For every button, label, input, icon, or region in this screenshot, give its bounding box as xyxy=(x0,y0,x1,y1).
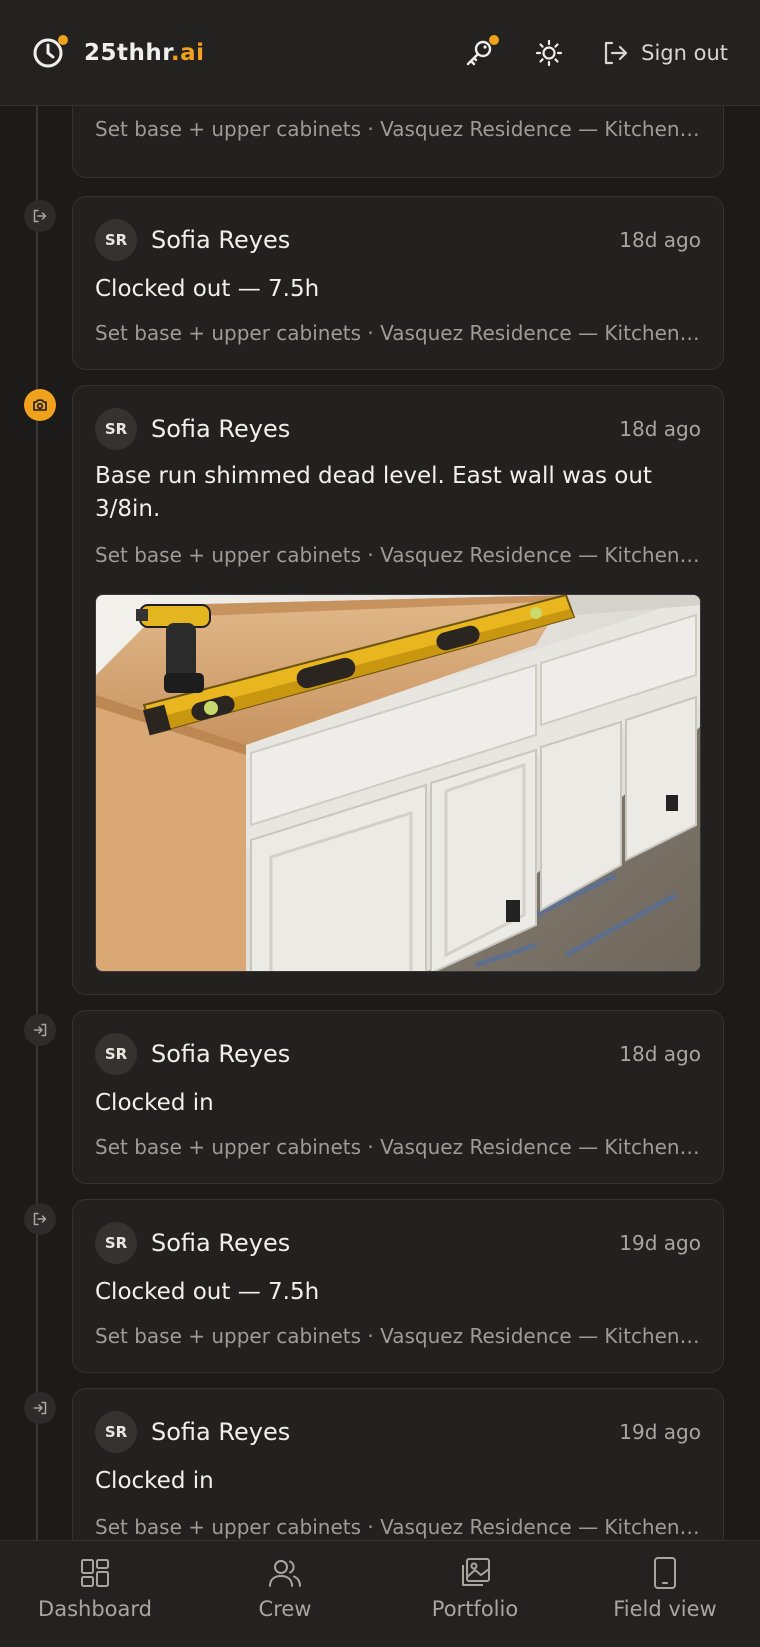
clock-in-marker xyxy=(24,1014,56,1046)
entry-meta: Set base + upper cabinets · Vasquez Resi… xyxy=(95,117,701,141)
feed-card[interactable]: SR Sofia Reyes 19d ago Clocked out — 7.5… xyxy=(72,1199,724,1373)
sign-out-button[interactable]: Sign out xyxy=(601,39,728,67)
app: 25thhr.ai Sign out Set base + upper cabi… xyxy=(0,0,760,1647)
notification-dot xyxy=(489,34,500,45)
sign-out-icon xyxy=(605,41,628,64)
entry-text: Base run shimmed dead level. East wall w… xyxy=(95,463,652,522)
clock-out-icon xyxy=(33,1212,47,1226)
timeline-line xyxy=(36,106,38,1540)
timestamp: 19d ago xyxy=(619,1420,701,1444)
brand-name-accent: .ai xyxy=(170,39,205,66)
card-header: SR Sofia Reyes 18d ago xyxy=(95,1033,701,1075)
entry-meta: Set base + upper cabinets · Vasquez Resi… xyxy=(95,1324,701,1348)
card-header: SR Sofia Reyes 18d ago xyxy=(95,408,701,450)
entry-photo[interactable] xyxy=(95,594,701,972)
clock-out-marker xyxy=(24,200,56,232)
nav-field-view[interactable]: Field view xyxy=(570,1541,760,1647)
entry-text: Clocked in xyxy=(95,1468,214,1494)
entry-meta: Set base + upper cabinets · Vasquez Resi… xyxy=(95,1515,701,1539)
brand[interactable]: 25thhr.ai xyxy=(32,34,204,69)
author-name: Sofia Reyes xyxy=(151,1040,291,1068)
entry-meta: Set base + upper cabinets · Vasquez Resi… xyxy=(95,321,701,345)
clock-out-icon xyxy=(33,209,47,223)
bottom-nav: Dashboard Crew Portfolio Field view xyxy=(0,1540,760,1647)
timestamp: 19d ago xyxy=(619,1231,701,1255)
feed-card[interactable]: SR Sofia Reyes 18d ago Clocked in Set ba… xyxy=(72,1010,724,1184)
author-name: Sofia Reyes xyxy=(151,415,291,443)
portfolio-icon xyxy=(462,1558,490,1586)
api-key-button[interactable] xyxy=(459,33,500,73)
phone-icon xyxy=(654,1557,676,1589)
header-actions: Sign out xyxy=(459,33,728,73)
entry-meta: Set base + upper cabinets · Vasquez Resi… xyxy=(95,543,701,567)
clock-in-icon xyxy=(33,1401,47,1415)
clock-in-icon xyxy=(33,1023,47,1037)
nav-label: Crew xyxy=(258,1597,312,1621)
card-header: SR Sofia Reyes 19d ago xyxy=(95,1222,701,1264)
avatar: SR xyxy=(95,1222,137,1264)
brand-name-main: 25thhr xyxy=(84,39,171,66)
feed-card[interactable]: Set base + upper cabinets · Vasquez Resi… xyxy=(72,106,724,178)
timestamp: 18d ago xyxy=(619,417,701,441)
feed-card[interactable]: SR Sofia Reyes 19d ago Clocked in Set ba… xyxy=(72,1388,724,1540)
clock-in-marker xyxy=(24,1392,56,1424)
card-header: SR Sofia Reyes 19d ago xyxy=(95,1411,701,1453)
clock-out-marker xyxy=(24,1203,56,1235)
nav-label: Dashboard xyxy=(38,1597,152,1621)
entry-text: Clocked out — 7.5h xyxy=(95,276,320,302)
card-header: SR Sofia Reyes 18d ago xyxy=(95,219,701,261)
clock-icon xyxy=(32,34,68,69)
avatar: SR xyxy=(95,1411,137,1453)
author-name: Sofia Reyes xyxy=(151,1229,291,1257)
avatar: SR xyxy=(95,219,137,261)
theme-toggle-button[interactable] xyxy=(529,33,569,73)
activity-feed[interactable]: Set base + upper cabinets · Vasquez Resi… xyxy=(0,106,760,1540)
timestamp: 18d ago xyxy=(619,1042,701,1066)
entry-text: Clocked in xyxy=(95,1090,214,1116)
sun-icon xyxy=(536,39,563,66)
nav-label: Portfolio xyxy=(431,1597,519,1621)
nav-portfolio[interactable]: Portfolio xyxy=(380,1541,570,1647)
camera-icon xyxy=(33,399,47,411)
avatar: SR xyxy=(95,408,137,450)
nav-label: Field view xyxy=(613,1597,717,1621)
brand-name: 25thhr.ai xyxy=(84,40,204,66)
photo-marker xyxy=(24,389,56,421)
avatar: SR xyxy=(95,1033,137,1075)
author-name: Sofia Reyes xyxy=(151,1418,291,1446)
feed-card[interactable]: SR Sofia Reyes 18d ago Clocked out — 7.5… xyxy=(72,196,724,370)
crew-icon xyxy=(269,1560,301,1587)
timestamp: 18d ago xyxy=(619,228,701,252)
feed-card[interactable]: SR Sofia Reyes 18d ago Base run shimmed … xyxy=(72,385,724,995)
nav-crew[interactable]: Crew xyxy=(190,1541,380,1647)
dashboard-icon xyxy=(81,1559,109,1587)
nav-dashboard[interactable]: Dashboard xyxy=(0,1541,190,1647)
entry-meta: Set base + upper cabinets · Vasquez Resi… xyxy=(95,1135,701,1159)
notification-dot xyxy=(58,34,68,45)
entry-text: Clocked out — 7.5h xyxy=(95,1279,320,1305)
top-bar: 25thhr.ai Sign out xyxy=(0,0,760,106)
sign-out-label: Sign out xyxy=(641,40,728,65)
author-name: Sofia Reyes xyxy=(151,226,291,254)
